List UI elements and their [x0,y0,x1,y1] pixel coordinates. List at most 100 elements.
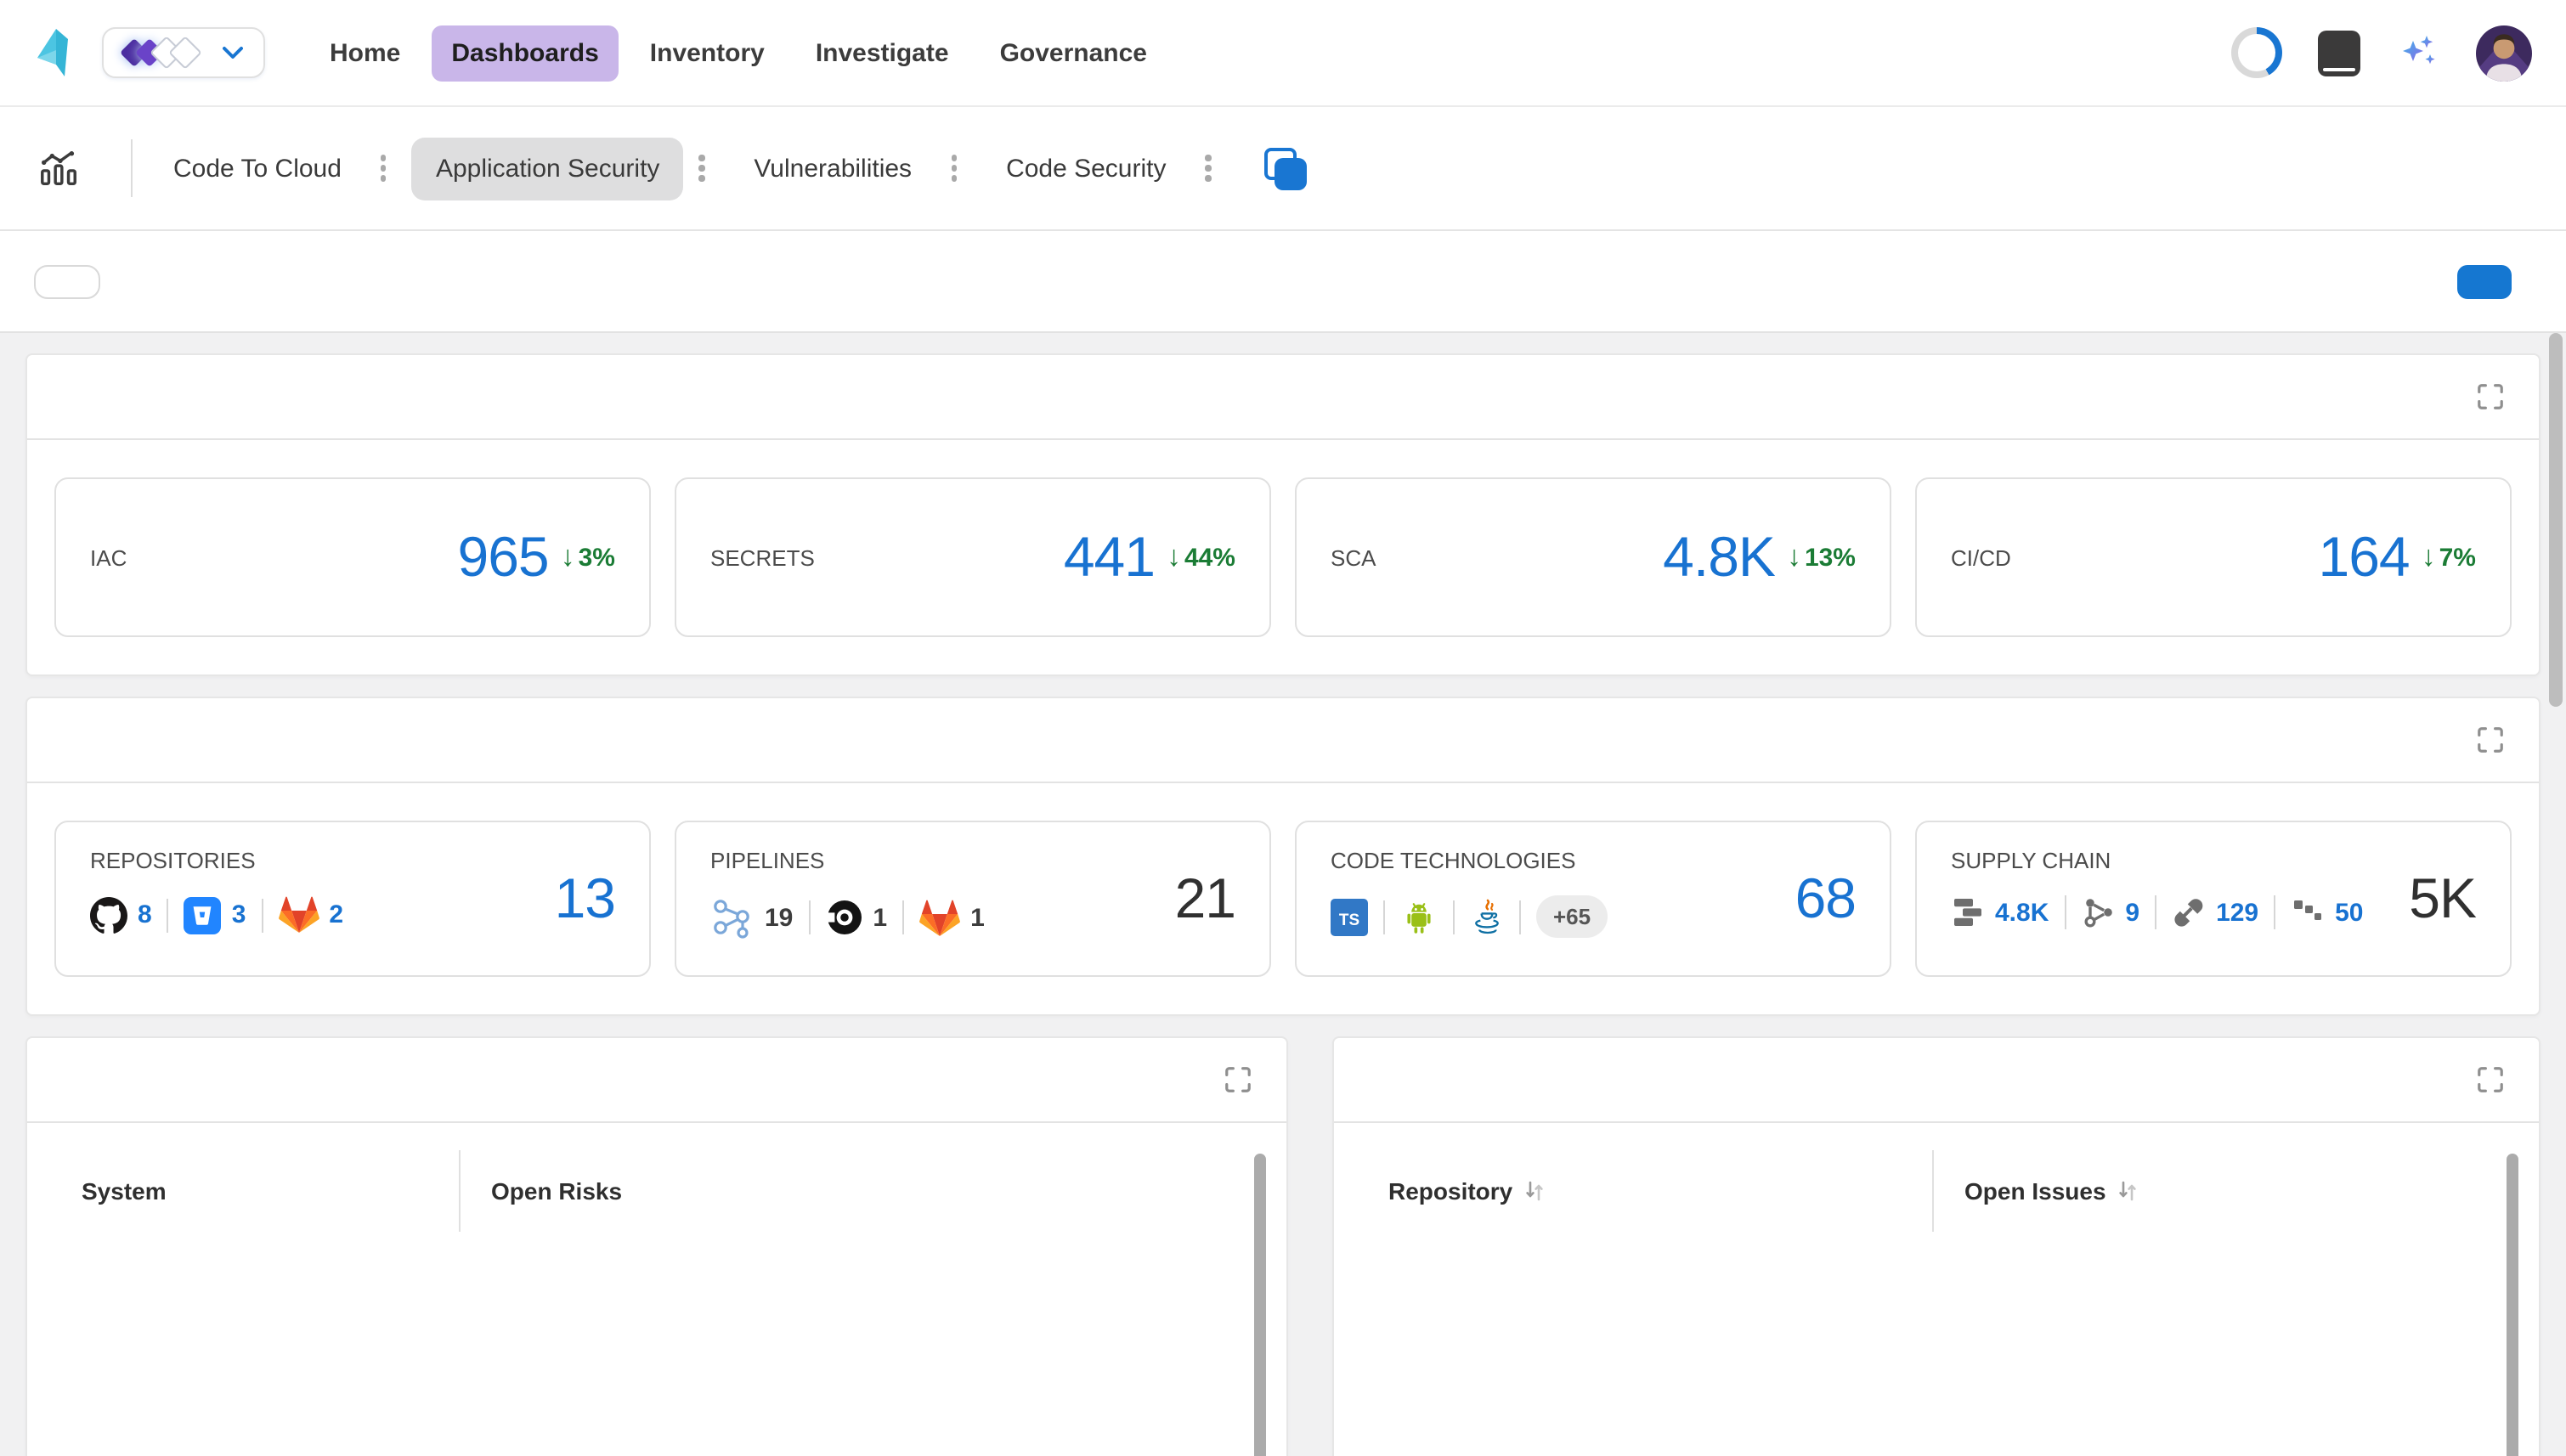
column-header-label: Repository [1388,1177,1512,1205]
trend-down-arrow-icon: ↓ [1787,540,1801,574]
sort[interactable] [2117,1179,2140,1203]
dashboard-tabs: Code To Cloud Application Security Vulnera… [150,137,1237,200]
asset-card-pipelines[interactable]: PIPELINES191121 [675,821,1271,977]
tab-options-kebab-icon[interactable] [946,149,962,189]
asset-card-label: CODE TECHNOLOGIES [1331,848,1856,873]
table-scrollbar[interactable] [2507,1154,2518,1456]
asset-card-items: TS +65 [1331,895,1856,938]
expand-panel-icon[interactable] [2476,725,2505,754]
issue-card-iac[interactable]: IAC965↓3% [54,477,651,637]
column-header-label: Open Risks [491,1177,622,1205]
asset-item [1470,896,1504,937]
dashboards-menu[interactable] [1247,147,1307,189]
issue-card-value: 4.8K [1663,525,1775,590]
tab-vulnerabilities[interactable]: Vulnerabilities [730,137,935,200]
svg-text:TS: TS [1339,911,1359,928]
circleci-icon [825,899,862,936]
usage-progress-ring[interactable] [2231,27,2282,78]
edit-dashboard-button[interactable] [2457,264,2512,298]
asset-item: 3 [184,896,246,934]
column-header-repository[interactable]: Repository [1388,1177,1932,1205]
expand-panel-icon[interactable] [1224,1065,1252,1094]
issue-card-metrics: 965↓3% [458,525,616,590]
bitbucket-icon [184,896,222,934]
topnav-right-cluster [2196,25,2532,81]
issue-card-sca[interactable]: SCA4.8K↓13% [1295,477,1891,637]
sort[interactable] [1523,1179,1546,1203]
asset-item-count: 9 [2125,898,2139,927]
issue-card-value: 441 [1064,525,1155,590]
tab-options-kebab-icon[interactable] [1201,149,1217,189]
nav-item-inventory[interactable]: Inventory [630,25,785,81]
android-icon [1400,896,1438,937]
asset-item: 1 [825,899,887,936]
nav-item-home[interactable]: Home [309,25,421,81]
asset-card-supply-chain[interactable]: SUPPLY CHAIN4.8K9129505K [1915,821,2512,977]
tab-application-security[interactable]: Application Security [412,137,683,200]
issue-card-secrets[interactable]: SECRETS441↓44% [675,477,1271,637]
product-switcher[interactable] [102,27,265,78]
asset-stat-cards: REPOSITORIES83213PIPELINES191121CODE TEC… [27,783,2539,1014]
prisma-cloud-logo-icon[interactable] [34,27,78,78]
table-scrollbar[interactable] [1254,1154,1266,1456]
issue-card-delta-percent: 7% [2439,543,2476,572]
divider [167,898,169,932]
ai-sparkles-icon[interactable] [2396,31,2440,75]
modules-icon [1951,895,1985,929]
nav-item-governance[interactable]: Governance [980,25,1167,81]
expand-panel-icon[interactable] [2476,1065,2505,1094]
primary-nav: HomeDashboardsInventoryInvestigateGovern… [309,25,1167,81]
issue-card-delta: ↓44% [1167,540,1235,574]
workflow-icon [710,895,755,940]
asset-card-code-technologies[interactable]: CODE TECHNOLOGIES TS +65 68 [1295,821,1891,977]
asset-card-total: 13 [555,866,615,931]
trend-down-arrow-icon: ↓ [2422,540,2436,574]
asset-card-label: SUPPLY CHAIN [1951,848,2476,873]
dashboards-menu-count-icon [1264,147,1307,189]
asset-item-count: 129 [2216,898,2258,927]
gitlab-icon [919,898,960,937]
asset-item: 50 [2291,895,2363,929]
asset-item-count: 2 [329,900,343,929]
divider [2064,895,2066,929]
column-header-open-issues[interactable]: Open Issues [1932,1150,2140,1232]
asset-card-total: 68 [1795,866,1856,931]
nav-item-dashboards[interactable]: Dashboards [431,25,619,81]
asset-item-count: 1 [970,903,985,932]
top-insecure-repositories-panel: Repository Open Issues [1332,1036,2541,1456]
tab-code-security[interactable]: Code Security [982,137,1190,200]
app-root: HomeDashboardsInventoryInvestigateGovern… [0,0,2566,1456]
divider [2155,895,2156,929]
cicd-risks-table: SystemOpen Risks [27,1123,1286,1266]
user-avatar[interactable] [2476,25,2532,81]
asset-item-count: 50 [2335,898,2363,927]
divider [131,139,133,197]
tab-options-kebab-icon[interactable] [376,149,392,189]
help-docs-icon[interactable] [2318,30,2360,76]
monitored-assets-panel: REPOSITORIES83213PIPELINES191121CODE TEC… [25,697,2541,1016]
time-range-filter[interactable] [34,264,100,298]
column-header-open-risks: Open Risks [459,1150,622,1232]
issue-card-value: 164 [2319,525,2410,590]
asset-item: 4.8K [1951,895,2049,929]
more-technologies-chip[interactable]: +65 [1536,895,1608,938]
fork-icon [2081,895,2115,929]
gitlab-icon [278,895,319,934]
nav-item-investigate[interactable]: Investigate [795,25,969,81]
tab-options-kebab-icon[interactable] [693,149,709,189]
asset-item: 19 [710,895,793,940]
tab-code-to-cloud[interactable]: Code To Cloud [150,137,365,200]
asset-card-repositories[interactable]: REPOSITORIES83213 [54,821,651,977]
issue-card-ci-cd[interactable]: CI/CD164↓7% [1915,477,2512,637]
asset-item-count: 1 [873,903,887,932]
typescript-icon: TS [1331,898,1368,935]
page-scrollbar[interactable] [2549,333,2563,707]
issue-card-metrics: 441 ↓44% [1064,525,1235,590]
asset-item: 1 [919,898,985,937]
asset-item: TS [1331,898,1368,935]
java-icon [1470,896,1504,937]
expand-panel-icon[interactable] [2476,382,2505,411]
issue-card-metrics: 164 ↓7% [2319,525,2477,590]
dashboards-chart-icon [37,147,80,189]
asset-item: +65 [1536,895,1608,938]
